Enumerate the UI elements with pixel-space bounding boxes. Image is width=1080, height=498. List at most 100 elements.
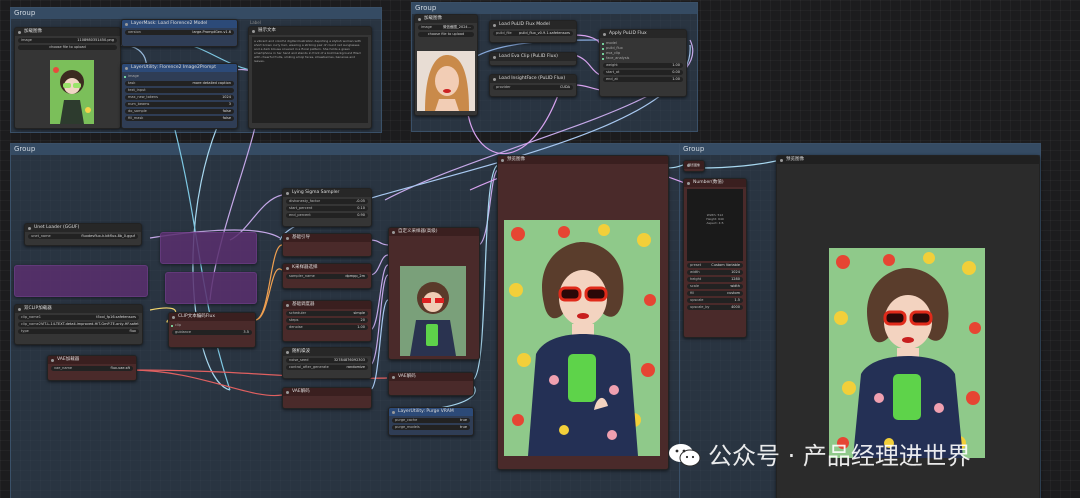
input-slot[interactable]: image [122,74,237,79]
wechat-icon [669,444,701,467]
vae-decode-small-node[interactable]: VAE解码 [282,387,372,409]
basic-guider-node[interactable]: 基础引导 [282,233,372,257]
preview-image-node[interactable]: 预览图像 [497,155,669,470]
widget-label: steps [289,318,299,322]
width-field[interactable]: width 1024 [687,270,743,275]
image-file-select[interactable]: image 1108980351450.png [18,38,117,43]
upload-button[interactable]: choose file to upload [18,45,117,50]
node-title: 预览图像 [498,156,668,164]
widget-label: weight [606,63,618,67]
upscale-field[interactable]: upscale 1.5 [687,298,743,303]
widget-value: fluxdevflux-k.bitflux-8b_0.gguf [81,234,135,238]
task-select[interactable]: task more detailed caption [125,81,234,86]
do-sample-toggle[interactable]: do_sample false [125,109,234,114]
clip-text-encode-flux-node[interactable]: CLIP文本编码Flux clip guidance 3.5 [168,312,256,348]
unet-name-select[interactable]: unet_name fluxdevflux-k.bitflux-8b_0.gguf [28,234,138,239]
ksampler-select-node[interactable]: K采样器选择 sampler_name dpmpp_2m [282,263,372,289]
input-slot[interactable]: face_analysis [600,56,686,61]
widget-label: clip_name1 [21,315,41,319]
widget-label: start_at [606,70,620,74]
node-title: LayerUtility: Florence2 Image2Prompt [122,64,237,72]
load-image-node-2[interactable]: 加载图像 image 微信截图_2024... choose file to up… [414,14,478,116]
scheduler-select[interactable]: scheduler simple [286,311,368,316]
florence2-model-node[interactable]: LayerMask: Load Florence2 Model version l… [121,19,238,47]
sampler-name-select[interactable]: sampler_name dpmpp_2m [286,274,368,279]
load-insightface-node[interactable]: Load InsightFace (PuLID Flux) provider CU… [489,74,577,97]
purge-models-toggle[interactable]: purge_models true [392,425,470,430]
steps-field[interactable]: steps 20 [286,318,368,323]
custom-sampler-advanced-node[interactable]: 自定义采样器(高级) [388,227,480,360]
upscale-by-field[interactable]: upscale_by 4000 [687,305,743,310]
bypassed-node-3[interactable] [165,272,257,304]
text-input-field[interactable]: text_input [125,88,234,93]
weight-field[interactable]: weight 1.00 [603,63,683,68]
provider-select[interactable]: provider CUDA [493,85,573,90]
widget-value: dpmpp_2m [345,274,365,278]
vae-loader-node[interactable]: VAE加载器 vae_name flux-vae.sft [47,355,137,381]
florence2-image2prompt-node[interactable]: LayerUtility: Florence2 Image2Prompt ima… [121,63,238,129]
widget-label: num_beams [128,102,150,106]
upload-button[interactable]: choose file to upload [418,32,474,37]
vae-decode-node[interactable]: VAE解码 [388,372,474,396]
preview-image-small-node[interactable]: 预览图像 [683,160,705,172]
start-percent-field[interactable]: start_percent 0.10 [286,206,368,211]
apply-pulid-node[interactable]: Apply PuLID Flux model pulid_flux eva_cl… [599,29,687,97]
purge-cache-toggle[interactable]: purge_cache true [392,418,470,423]
widget-value: randomize [346,365,365,369]
widget-label: preset [690,263,702,267]
node-title: K采样器选择 [283,264,371,272]
bypassed-node-2[interactable] [14,265,148,297]
input-slot[interactable]: clip [169,323,255,328]
widget-value: 1.5 [734,298,740,302]
purge-vram-node[interactable]: LayerUtility: Purge VRAM purge_cache true… [388,407,474,436]
noise-seed-field[interactable]: noise_seed 32784876092303 [286,358,368,363]
widget-label: text_input [128,88,146,92]
widget-value: 4000 [731,305,740,309]
widget-label: end_percent [289,213,311,217]
dual-clip-loader-node[interactable]: 双CLIP加载器 clip_name1 t5xxl_fp16.safetensor… [14,304,143,345]
widget-label: upscale_by [690,305,710,309]
widget-value: true [459,425,467,429]
widget-value: Custom Variable [711,263,740,267]
num-beams-field[interactable]: num_beams 3 [125,102,234,107]
height-field[interactable]: height 1280 [687,277,743,282]
image-file-select[interactable]: image 微信截图_2024... [418,25,474,30]
max-tokens-field[interactable]: max_new_tokens 1024 [125,95,234,100]
clip-name2-select[interactable]: clip_name2 ViT-L-14-TEXT-detail-improved-… [18,322,139,327]
node-canvas[interactable]: Group Group Group Group 加载图像 image 11089… [0,0,1080,498]
clip-name1-select[interactable]: clip_name1 t5xxl_fp16.safetensors [18,315,139,320]
guidance-field[interactable]: guidance 3.5 [172,330,252,335]
end-at-field[interactable]: end_at 1.00 [603,77,683,82]
load-eva-clip-node[interactable]: Load Eva Clip (PuLID Flux) [489,52,577,66]
dishonesty-factor-field[interactable]: dishonesty_factor -0.05 [286,199,368,204]
start-at-field[interactable]: start_at 0.00 [603,70,683,75]
face-reference-thumbnail [417,51,475,111]
widget-value: more detailed caption [192,81,232,85]
bypassed-node-1[interactable] [160,232,257,264]
random-noise-node[interactable]: 随机噪波 noise_seed 32784876092303 control_af… [282,347,372,379]
fill-mask-toggle[interactable]: fill_mask false [125,116,234,121]
end-percent-field[interactable]: end_percent 0.90 [286,213,368,218]
lying-sigma-sampler-node[interactable]: Lying Sigma Sampler dishonesty_factor -0.… [282,188,372,227]
widget-value: t5xxl_fp16.safetensors [96,315,136,319]
watermark-text: 公众号 · 产品经理进世界 [708,442,971,470]
vae-name-select[interactable]: vae_name flux-vae.sft [51,366,133,371]
preset-select[interactable]: preset Custom Variable [687,263,743,268]
number-node[interactable]: Number(数值) Width: 512 Height: 640 Aspect… [683,178,747,338]
node-title: 双CLIP加载器 [15,305,142,313]
clip-type-select[interactable]: type flux [18,329,139,334]
unet-loader-node[interactable]: Unet Loader (GGUF) unet_name fluxdevflux-… [24,223,142,246]
widget-value: width [730,284,740,288]
pulid-file-select[interactable]: pulid_file pulid_flux_v0.9.1.safetensors [493,31,573,36]
scale-select[interactable]: scale width [687,284,743,289]
control-after-generate-select[interactable]: control_after_generate randomize [286,365,368,370]
basic-scheduler-node[interactable]: 基础调度器 scheduler simple steps 20 denoise 1.0… [282,300,372,342]
denoise-field[interactable]: denoise 1.00 [286,325,368,330]
load-image-node[interactable]: 加载图像 image 1108980351450.png choose file … [14,27,121,129]
widget-label: clip_name2 [21,322,41,326]
load-pulid-model-node[interactable]: Load PuLID Flux Model pulid_file pulid_fl… [489,20,577,43]
fill-select[interactable]: fill custom [687,291,743,296]
show-text-node[interactable]: 展示文本 a vibrant and colorful digital illu… [248,26,372,129]
version-select[interactable]: version large-PromptGen-v1.6 [125,30,234,35]
widget-label: dishonesty_factor [289,199,321,203]
